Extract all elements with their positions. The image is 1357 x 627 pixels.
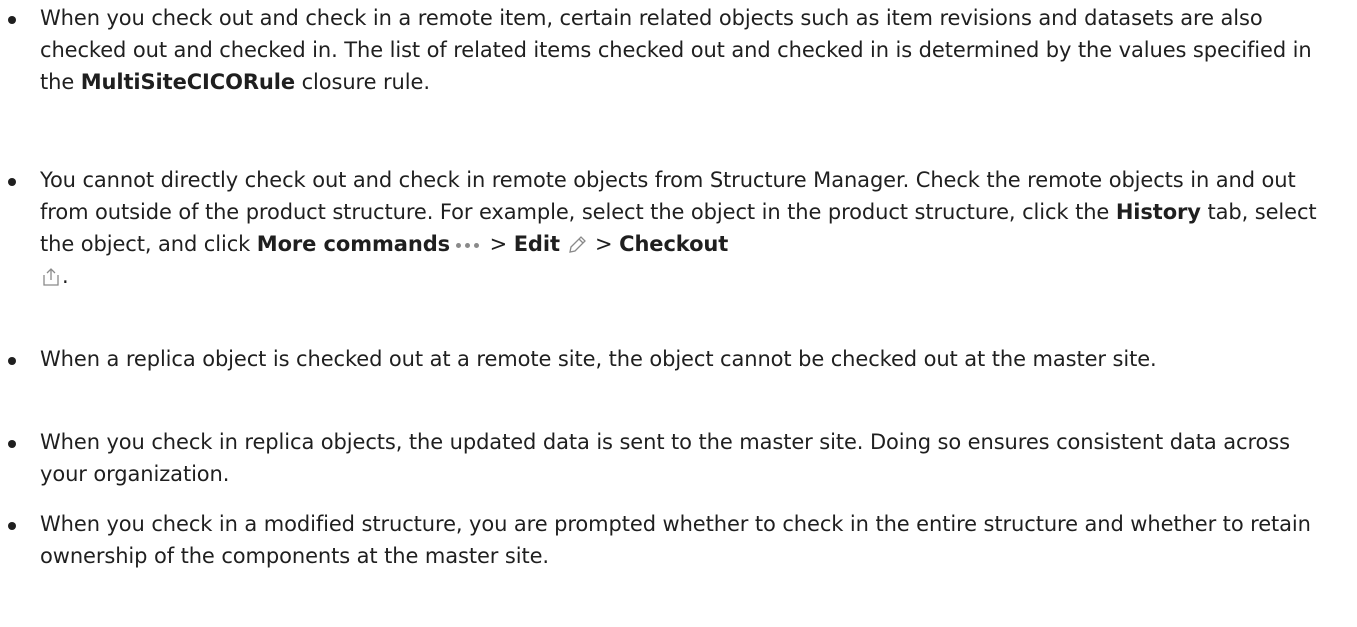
list-item: When you check in replica objects, the u… — [0, 426, 1357, 490]
closure-rule-name: MultiSiteCICORule — [80, 70, 295, 94]
edit-pencil-icon — [569, 236, 587, 253]
list-item: When you check in a modified structure, … — [0, 508, 1357, 572]
list-item: When a replica object is checked out at … — [0, 343, 1357, 375]
bullet-text: closure rule. — [295, 70, 430, 94]
history-tab-label: History — [1115, 200, 1201, 224]
bullet-dot — [8, 440, 16, 448]
menu-separator: > — [483, 232, 514, 256]
bullet-text: When you check in a modified structure, … — [40, 512, 1311, 568]
bullet-text: You cannot directly check out and check … — [40, 168, 1296, 224]
menu-separator: > — [588, 232, 620, 256]
list-item: When you check out and check in a remote… — [0, 2, 1357, 98]
list-item: You cannot directly check out and check … — [0, 164, 1357, 292]
checkout-label: Checkout — [619, 232, 729, 256]
more-commands-label: More commands — [256, 232, 451, 256]
document-page: When you check out and check in a remote… — [0, 0, 1357, 627]
bullet-dot — [8, 357, 16, 365]
checkout-icon — [43, 268, 59, 286]
more-commands-icon — [456, 242, 480, 248]
bullet-dot — [8, 16, 16, 24]
bullet-text: When a replica object is checked out at … — [40, 347, 1157, 371]
bullet-dot — [8, 522, 16, 530]
edit-label: Edit — [513, 232, 560, 256]
bullet-dot — [8, 178, 16, 186]
bullet-text: . — [62, 264, 69, 288]
bullet-text: When you check in replica objects, the u… — [40, 430, 1290, 486]
